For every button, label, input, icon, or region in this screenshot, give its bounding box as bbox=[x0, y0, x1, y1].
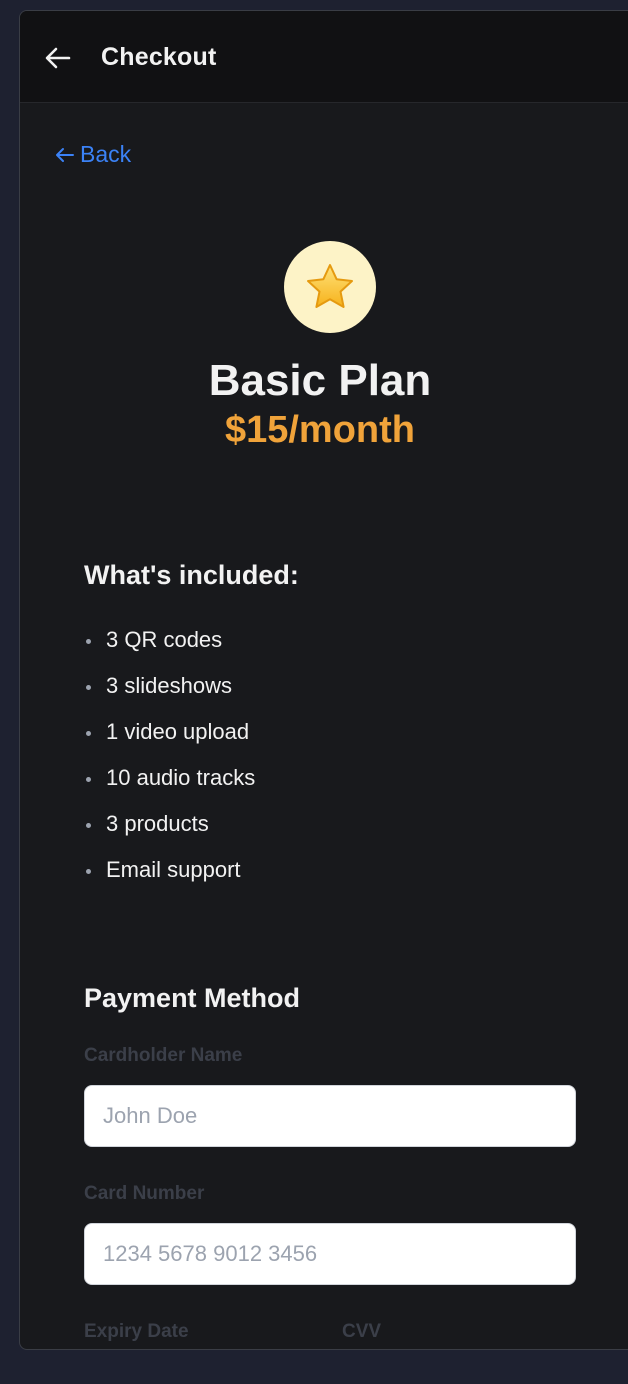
bullet-icon bbox=[86, 868, 91, 874]
list-item: 3 products bbox=[84, 801, 255, 847]
list-item: 3 slideshows bbox=[84, 663, 255, 709]
list-item: 3 QR codes bbox=[84, 617, 255, 663]
checkout-panel: Checkout Back Basic Plan $15/month What'… bbox=[19, 10, 628, 1350]
card-number-label: Card Number bbox=[84, 1183, 205, 1204]
back-link-label: Back bbox=[80, 141, 132, 167]
list-item: Email support bbox=[84, 847, 255, 893]
bullet-icon bbox=[86, 822, 91, 828]
bullet-icon bbox=[86, 776, 91, 782]
arrow-left-icon bbox=[56, 147, 74, 162]
page-title: Checkout bbox=[101, 43, 217, 71]
top-bar: Checkout bbox=[20, 11, 628, 103]
bullet-icon bbox=[86, 638, 91, 644]
card-number-input[interactable] bbox=[84, 1223, 576, 1285]
included-heading: What's included: bbox=[84, 560, 299, 590]
back-arrow-button[interactable] bbox=[44, 44, 72, 72]
payment-heading: Payment Method bbox=[84, 983, 301, 1013]
cvv-label: CVV bbox=[342, 1321, 382, 1342]
back-link[interactable]: Back bbox=[55, 141, 131, 168]
cardholder-input[interactable] bbox=[84, 1085, 576, 1147]
plan-name: Basic Plan bbox=[208, 356, 432, 405]
star-icon bbox=[307, 264, 353, 308]
bullet-icon bbox=[86, 730, 91, 736]
cardholder-label: Cardholder Name bbox=[84, 1045, 243, 1066]
plan-badge bbox=[284, 241, 376, 333]
list-item: 1 video upload bbox=[84, 709, 255, 755]
list-item: 10 audio tracks bbox=[84, 755, 255, 801]
bullet-icon bbox=[86, 684, 91, 690]
arrow-left-icon bbox=[45, 47, 71, 69]
plan-price: $15/month bbox=[224, 409, 416, 451]
expiry-label: Expiry Date bbox=[84, 1321, 189, 1342]
feature-list: 3 QR codes 3 slideshows 1 video upload 1… bbox=[84, 617, 255, 893]
